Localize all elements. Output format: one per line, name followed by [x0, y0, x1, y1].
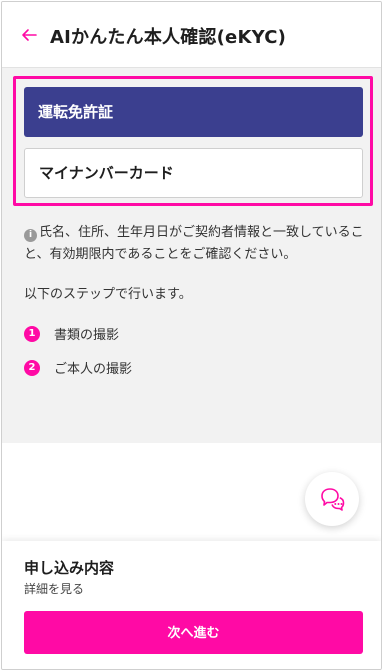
bottom-bar: 申し込み内容 詳細を見る 次へ進む — [2, 541, 381, 669]
step-number-badge: 2 — [24, 359, 40, 376]
notice-text-block: i 氏名、住所、生年月日がご契約者情報と一致していること、有効期限内であることをご… — [24, 222, 369, 266]
step-item: 1 書類の撮影 — [24, 324, 120, 343]
notice-text: 氏名、住所、生年月日がご契約者情報と一致していること、有効期限内であることをご確… — [24, 225, 364, 262]
document-type-selector: 運転免許証 マイナンバーカード — [13, 76, 373, 206]
main-content: 運転免許証 マイナンバーカード i 氏名、住所、生年月日がご契約者情報と一致してい… — [2, 68, 381, 443]
page-title: AIかんたん本人確認(eKYC) — [50, 27, 287, 48]
chat-support-button[interactable] — [305, 472, 359, 526]
step-label: 書類の撮影 — [54, 328, 120, 343]
back-arrow-icon[interactable] — [20, 26, 38, 44]
step-item: 2 ご本人の撮影 — [24, 358, 133, 377]
chat-support-icon — [321, 488, 345, 511]
next-button[interactable]: 次へ進む — [24, 611, 363, 654]
info-icon: i — [24, 229, 37, 242]
view-details-link[interactable]: 詳細を見る — [24, 580, 84, 597]
option-drivers-license[interactable]: 運転免許証 — [24, 87, 363, 137]
steps-intro: 以下のステップで行います。 — [24, 287, 192, 302]
step-number-badge: 1 — [24, 325, 40, 342]
summary-title: 申し込み内容 — [24, 559, 115, 577]
option-my-number-card[interactable]: マイナンバーカード — [24, 148, 363, 198]
step-label: ご本人の撮影 — [54, 362, 133, 377]
app-header: AIかんたん本人確認(eKYC) — [2, 2, 381, 68]
screen: AIかんたん本人確認(eKYC) 運転免許証 マイナンバーカード i 氏名、住所、… — [1, 1, 382, 670]
